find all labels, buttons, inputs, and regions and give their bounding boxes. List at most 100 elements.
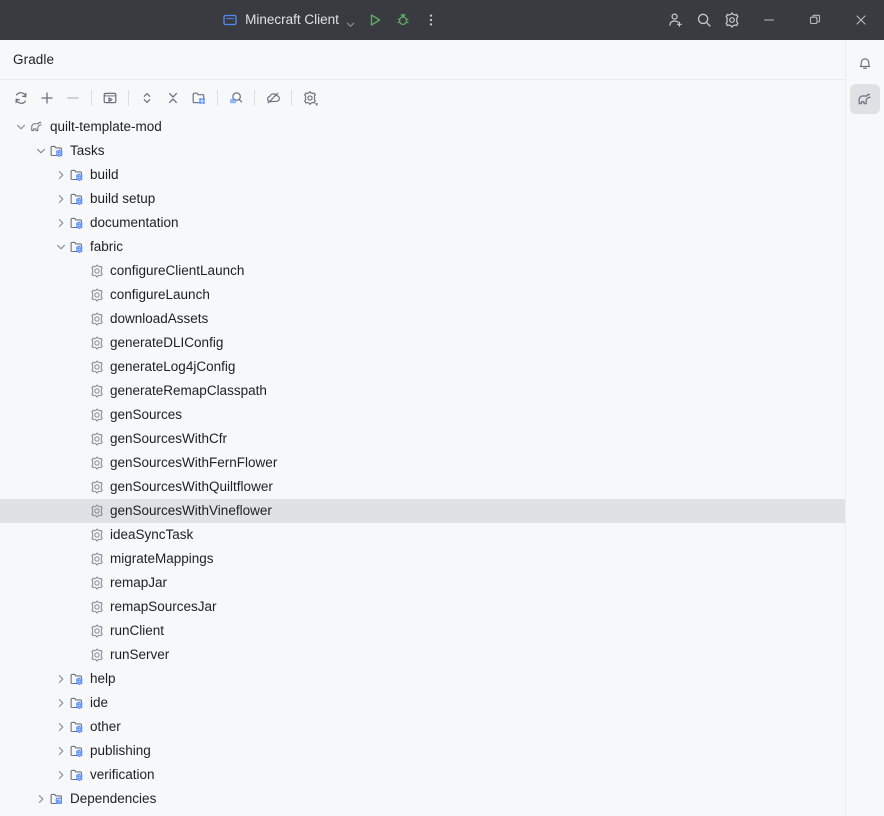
tree-row[interactable]: build setup [0,187,845,211]
tree-row-label: verification [90,767,155,783]
reload-all-gradle-projects-button[interactable] [8,85,34,111]
gradle-project-tree[interactable]: quilt-template-mod Tasks build [0,115,845,816]
tree-indent [0,559,73,560]
gradle-task-gear-icon [89,431,105,447]
tree-row[interactable]: downloadAssets [0,307,845,331]
settings-button[interactable] [718,6,746,34]
tree-row[interactable]: genSourcesWithFernFlower [0,451,845,475]
chevron-right-icon[interactable] [53,191,69,207]
task-folder-icon [69,719,85,735]
gradle-task-gear-icon [89,527,105,543]
tree-row[interactable]: quilt-template-mod [0,115,845,139]
chevron-down-icon[interactable] [13,119,29,135]
execute-gradle-task-button[interactable] [97,85,123,111]
toggle-offline-mode-button[interactable] [260,85,286,111]
code-with-me-button[interactable] [662,6,690,34]
tree-row[interactable]: remapJar [0,571,845,595]
tree-twisty-placeholder [73,527,89,543]
tree-row[interactable]: configureClientLaunch [0,259,845,283]
gradle-task-gear-icon [89,287,105,303]
notifications-button[interactable] [850,48,880,78]
chevron-down-icon[interactable] [53,239,69,255]
tree-row-label: build setup [90,191,155,207]
tree-row[interactable]: runClient [0,619,845,643]
tree-row[interactable]: runServer [0,643,845,667]
link-gradle-project-button[interactable] [34,85,60,111]
chevron-right-icon[interactable] [53,671,69,687]
tree-row[interactable]: generateDLIConfig [0,331,845,355]
tree-row[interactable]: ideaSyncTask [0,523,845,547]
tree-row-label: runServer [110,647,169,663]
tree-row-label: genSourcesWithQuiltflower [110,479,273,495]
run-button[interactable] [361,6,389,34]
tree-row[interactable]: publishing [0,739,845,763]
tree-indent [0,343,73,344]
tool-window-title: Gradle [13,52,54,67]
tree-indent [0,415,73,416]
chevron-down-icon[interactable] [33,143,49,159]
tree-row-label: remapSourcesJar [110,599,217,615]
tree-indent [0,439,73,440]
tree-row-label: downloadAssets [110,311,208,327]
chevron-right-icon[interactable] [53,695,69,711]
tree-row[interactable]: Tasks [0,139,845,163]
more-actions-button[interactable] [417,6,445,34]
detach-gradle-project-button[interactable] [60,85,86,111]
tree-row[interactable]: generateRemapClasspath [0,379,845,403]
tree-twisty-placeholder [73,599,89,615]
tree-row[interactable]: ide [0,691,845,715]
debug-button[interactable] [389,6,417,34]
gradle-task-gear-icon [89,407,105,423]
tree-row[interactable]: genSourcesWithCfr [0,427,845,451]
gradle-task-gear-icon [89,503,105,519]
chevron-right-icon[interactable] [53,167,69,183]
chevron-right-icon[interactable] [53,215,69,231]
chevron-right-icon[interactable] [53,767,69,783]
gradle-task-gear-icon [89,263,105,279]
minimize-window-button[interactable] [746,0,792,40]
chevron-right-icon[interactable] [33,791,49,807]
search-everywhere-button[interactable] [690,6,718,34]
tree-indent [0,319,73,320]
task-folder-icon [69,767,85,783]
tree-row[interactable]: generateLog4jConfig [0,355,845,379]
tree-row[interactable]: genSourcesWithQuiltflower [0,475,845,499]
tree-row[interactable]: migrateMappings [0,547,845,571]
tree-indent [0,391,73,392]
gradle-settings-button[interactable] [297,85,323,111]
show-modules-button[interactable] [186,85,212,111]
toolbar-separator [291,90,292,106]
dependencies-folder-icon [49,791,65,807]
tree-row[interactable]: remapSourcesJar [0,595,845,619]
tree-twisty-placeholder [73,359,89,375]
tree-row[interactable]: fabric [0,235,845,259]
gradle-task-gear-icon [89,599,105,615]
tree-row[interactable]: other [0,715,845,739]
tree-row[interactable]: verification [0,763,845,787]
tree-row-label: other [90,719,121,735]
gradle-tool-window-button[interactable] [850,84,880,114]
test-runner-button[interactable] [223,85,249,111]
close-window-button[interactable] [838,0,884,40]
tree-row[interactable]: documentation [0,211,845,235]
task-folder-icon [69,239,85,255]
tree-twisty-placeholder [73,623,89,639]
tree-row-label: migrateMappings [110,551,214,567]
tree-indent [0,487,73,488]
tree-row[interactable]: genSources [0,403,845,427]
tree-row[interactable]: configureLaunch [0,283,845,307]
tree-row[interactable]: help [0,667,845,691]
tree-twisty-placeholder [73,263,89,279]
run-configuration-selector[interactable]: Minecraft Client [217,7,361,33]
maximize-window-button[interactable] [792,0,838,40]
tree-indent [0,511,73,512]
tree-row[interactable]: genSourcesWithVineflower [0,499,845,523]
gradle-task-gear-icon [89,575,105,591]
chevron-right-icon[interactable] [53,719,69,735]
expand-all-button[interactable] [134,85,160,111]
chevron-right-icon[interactable] [53,743,69,759]
tree-indent [0,751,53,752]
tree-row[interactable]: Dependencies [0,787,845,811]
collapse-all-button[interactable] [160,85,186,111]
tree-row[interactable]: build [0,163,845,187]
